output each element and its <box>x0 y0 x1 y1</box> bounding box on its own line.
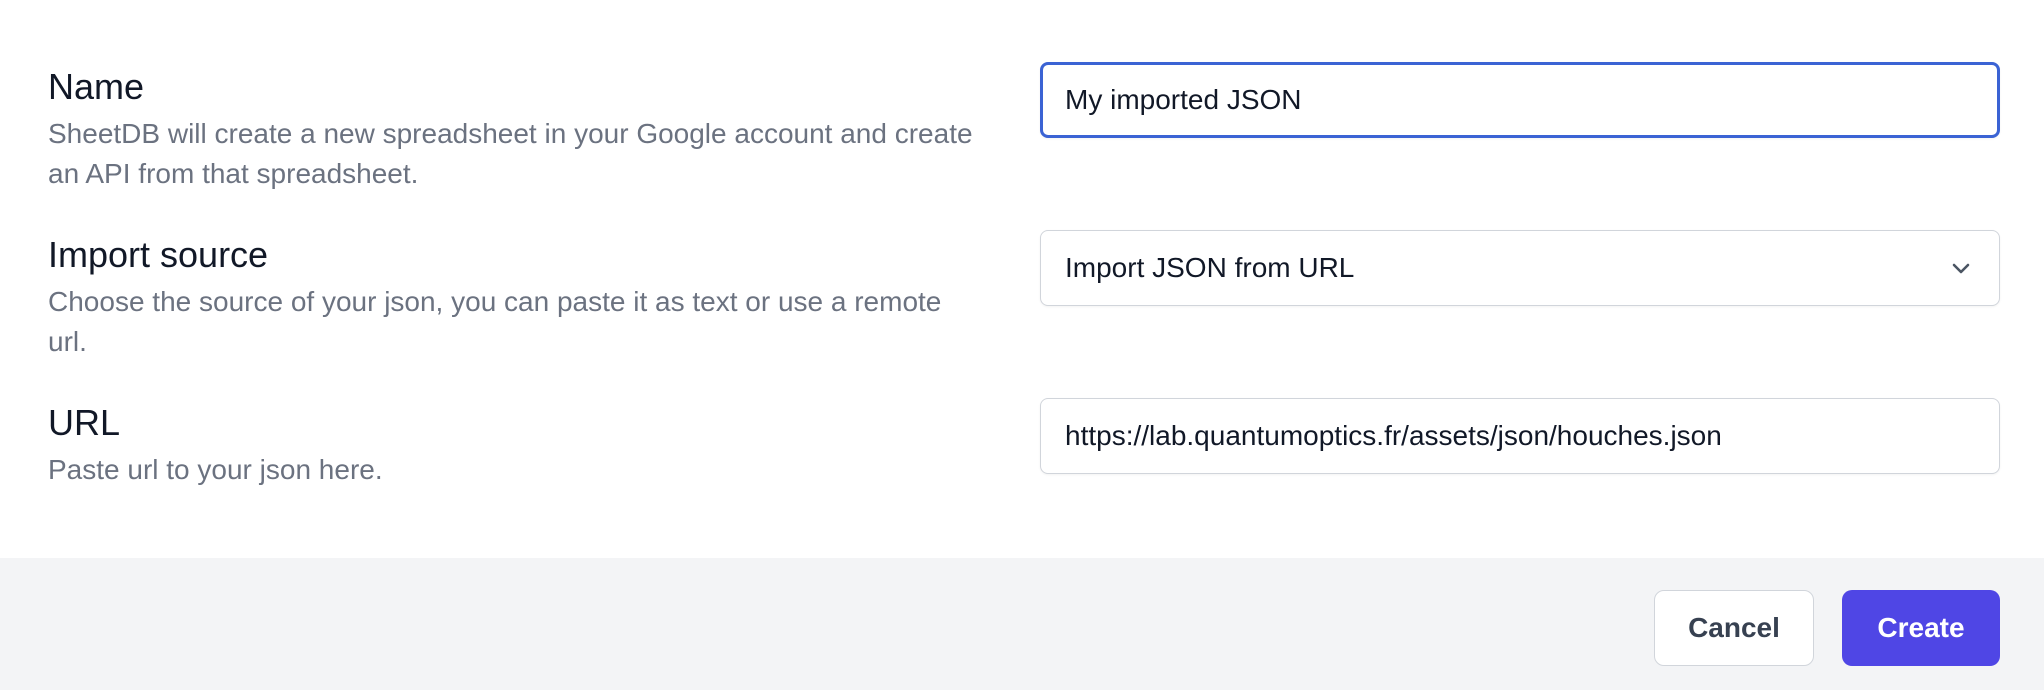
import-source-selected-value: Import JSON from URL <box>1065 252 1355 283</box>
name-label: Name <box>48 66 145 107</box>
form-body: Name SheetDB will create a new spreadshe… <box>0 0 2044 558</box>
name-help-text: SheetDB will create a new spreadsheet in… <box>48 118 973 189</box>
chevron-down-icon <box>1947 254 1975 282</box>
dialog-footer: Cancel Create <box>0 558 2044 690</box>
import-source-select[interactable]: Import JSON from URL <box>1040 230 2000 306</box>
url-label: URL <box>48 402 121 443</box>
import-source-info: Import source Choose the source of your … <box>48 228 978 362</box>
url-info: URL Paste url to your json here. <box>48 396 978 490</box>
url-input[interactable] <box>1040 398 2000 474</box>
create-button[interactable]: Create <box>1842 590 2000 666</box>
cancel-button[interactable]: Cancel <box>1654 590 1814 666</box>
import-source-help-text: Choose the source of your json, you can … <box>48 286 942 357</box>
name-info: Name SheetDB will create a new spreadshe… <box>48 60 978 194</box>
name-input[interactable] <box>1040 62 2000 138</box>
create-api-dialog: Name SheetDB will create a new spreadshe… <box>0 0 2044 690</box>
url-help-text: Paste url to your json here. <box>48 454 383 485</box>
import-source-label: Import source <box>48 234 269 275</box>
